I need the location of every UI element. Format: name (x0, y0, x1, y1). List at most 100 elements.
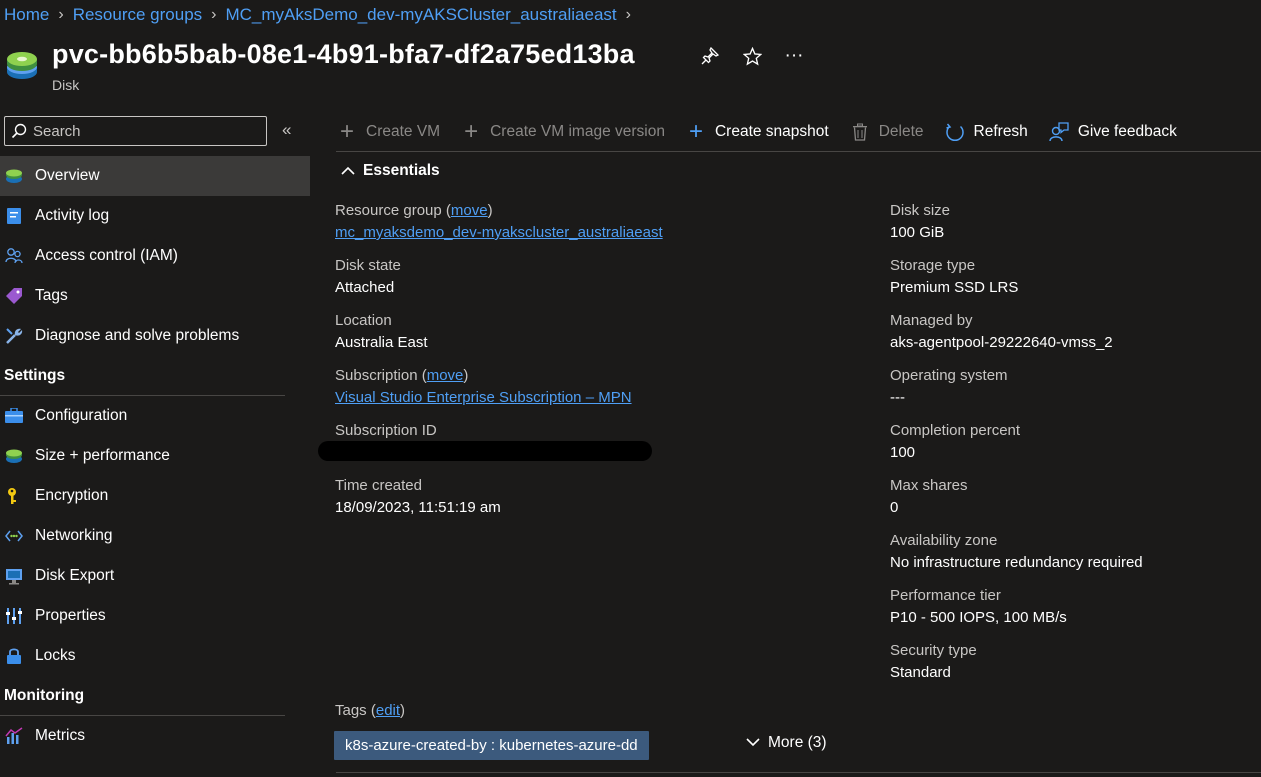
disk-size-field: Disk size 100 GiB (890, 201, 1143, 256)
disk-icon (5, 167, 23, 185)
sidebar-item-activity-log[interactable]: Activity log (0, 196, 310, 236)
divider (336, 772, 1261, 773)
sidebar-item-label: Overview (35, 167, 100, 184)
export-icon (5, 567, 23, 585)
redacted-subscription-id (318, 441, 652, 461)
plus-icon: + (688, 117, 703, 145)
properties-icon (5, 607, 23, 625)
availability-zone-field: Availability zone No infrastructure redu… (890, 531, 1143, 586)
time-created-label: Time created (335, 477, 422, 494)
sidebar-item-label: Activity log (35, 207, 110, 224)
settings-section-header: Settings (0, 356, 285, 396)
create-vm-image-version-button[interactable]: + Create VM image version (460, 117, 665, 145)
time-created-value: 18/09/2023, 11:51:19 am (335, 499, 501, 516)
collapse-sidebar-icon[interactable]: « (282, 120, 291, 140)
refresh-button[interactable]: Refresh (944, 121, 1028, 143)
essentials-toggle[interactable]: Essentials (341, 162, 440, 180)
tag-chip[interactable]: k8s-azure-created-by : kubernetes-azure-… (334, 731, 649, 760)
sidebar-item-label: Access control (IAM) (35, 247, 178, 264)
disk-state-label: Disk state (335, 257, 401, 274)
iam-icon (5, 247, 23, 265)
sidebar-item-locks[interactable]: Locks (0, 636, 310, 676)
resource-group-label: Resource group (335, 202, 442, 219)
search-box (4, 116, 267, 146)
sidebar-item-networking[interactable]: Networking (0, 516, 310, 556)
wrench-icon (5, 327, 23, 345)
pin-icon[interactable] (700, 46, 720, 66)
sidebar-item-access-control[interactable]: Access control (IAM) (0, 236, 310, 276)
plus-icon: + (464, 117, 479, 145)
sidebar-item-disk-export[interactable]: Disk Export (0, 556, 310, 596)
sidebar-item-label: Metrics (35, 727, 85, 744)
more-icon[interactable]: ··· (784, 45, 804, 66)
chevron-up-icon (341, 162, 355, 180)
managed-by-field: Managed by aks-agentpool-29222640-vmss_2 (890, 311, 1143, 366)
configuration-icon (5, 407, 23, 425)
operating-system-value: --- (890, 389, 905, 406)
managed-by-value: aks-agentpool-29222640-vmss_2 (890, 334, 1113, 351)
storage-type-label: Storage type (890, 257, 976, 274)
search-input[interactable] (33, 122, 253, 140)
subscription-field: Subscription (move) Visual Studio Enterp… (335, 367, 632, 406)
essentials-left-column: Resource group (move) mc_myaksdemo_dev-m… (318, 201, 663, 531)
sidebar-item-encryption[interactable]: Encryption (0, 476, 310, 516)
move-subscription-link[interactable]: move (427, 367, 464, 384)
sidebar-item-properties[interactable]: Properties (0, 596, 310, 636)
time-created-field: Time created 18/09/2023, 11:51:19 am (335, 476, 663, 531)
subscription-link[interactable]: Visual Studio Enterprise Subscription – … (335, 389, 632, 406)
sidebar-nav: Overview Activity log Access control (IA… (0, 156, 310, 756)
tags-field: Tags (edit) (335, 702, 406, 719)
managed-by-label: Managed by (890, 312, 973, 329)
create-vm-button[interactable]: + Create VM (336, 119, 440, 143)
more-button[interactable]: More (3) (746, 734, 827, 752)
sidebar-item-diagnose[interactable]: Diagnose and solve problems (0, 316, 310, 356)
sidebar-item-metrics[interactable]: Metrics (0, 716, 310, 756)
sidebar-item-label: Size + performance (35, 447, 170, 464)
subscription-label: Subscription (335, 367, 418, 384)
resource-group-field: Resource group (move) mc_myaksdemo_dev-m… (335, 202, 663, 241)
max-shares-value: 0 (890, 499, 899, 516)
refresh-icon (944, 121, 966, 143)
search-icon (11, 123, 27, 139)
resource-group-link[interactable]: mc_myaksdemo_dev-myakscluster_australiae… (335, 224, 663, 241)
monitoring-section-header: Monitoring (0, 676, 285, 716)
create-snapshot-button[interactable]: + Create snapshot (685, 117, 829, 145)
storage-type-field: Storage type Premium SSD LRS (890, 256, 1143, 311)
sidebar-item-label: Tags (35, 287, 68, 304)
sidebar-item-label: Configuration (35, 407, 128, 424)
disk-state-field: Disk state Attached (335, 256, 663, 311)
tags-label: Tags (335, 702, 367, 719)
location-label: Location (335, 312, 392, 329)
delete-button[interactable]: Delete (849, 121, 924, 143)
move-resource-group-link[interactable]: move (451, 202, 488, 219)
chevron-down-icon (746, 734, 760, 752)
max-shares-label: Max shares (890, 477, 968, 494)
sidebar-item-label: Networking (35, 527, 113, 544)
sidebar-item-overview[interactable]: Overview (0, 156, 310, 196)
sidebar-item-label: Properties (35, 607, 106, 624)
chevron-right-icon: › (625, 6, 631, 23)
breadcrumb: Home › Resource groups › MC_myAksDemo_de… (4, 5, 640, 25)
breadcrumb-resource-groups[interactable]: Resource groups (73, 5, 202, 25)
disk-size-value: 100 GiB (890, 224, 945, 241)
location-value: Australia East (335, 334, 428, 351)
completion-percent-field: Completion percent 100 (890, 421, 1143, 476)
sidebar-item-label: Diagnose and solve problems (35, 327, 240, 344)
feedback-icon (1048, 121, 1070, 143)
breadcrumb-home[interactable]: Home (4, 5, 49, 25)
chevron-right-icon: › (58, 6, 64, 23)
essentials-title: Essentials (363, 162, 440, 179)
sidebar-item-tags[interactable]: Tags (0, 276, 310, 316)
sidebar-item-label: Disk Export (35, 567, 115, 584)
networking-icon (5, 527, 23, 545)
breadcrumb-resource-group[interactable]: MC_myAksDemo_dev-myAKSCluster_australiae… (225, 5, 616, 25)
chevron-right-icon: › (211, 6, 217, 23)
max-shares-field: Max shares 0 (890, 476, 1143, 531)
sidebar-item-size-performance[interactable]: Size + performance (0, 436, 310, 476)
sidebar-item-configuration[interactable]: Configuration (0, 396, 310, 436)
give-feedback-button[interactable]: Give feedback (1048, 121, 1177, 143)
performance-tier-value: P10 - 500 IOPS, 100 MB/s (890, 609, 1067, 626)
edit-tags-link[interactable]: edit (376, 702, 400, 719)
completion-percent-label: Completion percent (890, 422, 1021, 439)
star-icon[interactable] (742, 46, 762, 66)
